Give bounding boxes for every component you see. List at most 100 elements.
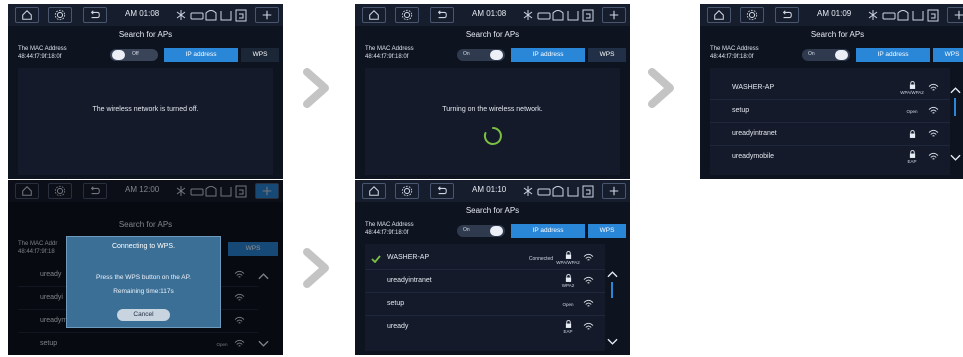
- ap-security: WPA2: [561, 283, 575, 288]
- back-icon: [436, 185, 448, 197]
- lock-icon: [909, 150, 916, 158]
- wifi-signal-icon: [928, 129, 939, 138]
- wifi-toggle[interactable]: On: [457, 225, 505, 237]
- ap-name: setup: [387, 300, 405, 307]
- mac-value: 48:44:f7:9f:18:0f: [710, 54, 754, 60]
- wifi-toggle[interactable]: On: [802, 49, 850, 61]
- screen-wps-connecting: AM 12:00 Search for APs The MAC Addr 48:…: [8, 180, 283, 355]
- list-item[interactable]: uready EAP: [365, 317, 605, 338]
- status-panel: The wireless network is turned off.: [18, 68, 273, 175]
- settings-button[interactable]: [395, 7, 419, 23]
- scrollbar[interactable]: [611, 282, 613, 298]
- next-arrow-icon: [303, 248, 333, 288]
- clock: AM 01:10: [472, 185, 507, 194]
- toggle-label: On: [808, 51, 815, 57]
- settings-button[interactable]: [395, 183, 419, 199]
- scroll-down-icon[interactable]: [607, 338, 618, 346]
- back-button[interactable]: [430, 7, 454, 23]
- gear-icon: [401, 185, 413, 197]
- screen-connected: AM 01:10 Search for APs The MAC Address …: [355, 180, 630, 355]
- list-item[interactable]: ureadyintranet WPA2: [365, 271, 605, 293]
- status-panel: Turning on the wireless network.: [365, 68, 620, 175]
- gear-icon: [746, 9, 758, 21]
- wifi-signal-icon: [583, 322, 594, 331]
- ap-name: WASHER-AP: [732, 84, 775, 91]
- list-item[interactable]: setup Open: [365, 294, 605, 316]
- scroll-down-icon[interactable]: [950, 154, 961, 162]
- home-button[interactable]: [15, 7, 39, 23]
- top-bar: AM 01:10: [355, 180, 630, 202]
- home-button[interactable]: [707, 7, 731, 23]
- home-button[interactable]: [362, 7, 386, 23]
- lock-icon: [909, 130, 916, 138]
- toggle-knob: [490, 226, 503, 236]
- tab-ip-address[interactable]: IP address: [511, 48, 585, 62]
- ap-name: ureadyintranet: [732, 130, 777, 137]
- tab-ip-address[interactable]: IP address: [511, 224, 585, 238]
- tab-wps[interactable]: WPS: [588, 224, 626, 238]
- list-item[interactable]: WASHER-AP Connected WPA/WPA2: [365, 248, 605, 270]
- mac-address: The MAC Address 48:44:f7:9f:18:0f: [365, 221, 414, 237]
- gear-icon: [54, 9, 66, 21]
- page-title: Search for APs: [810, 30, 865, 39]
- wifi-signal-icon: [583, 253, 594, 262]
- scroll-up-icon[interactable]: [607, 270, 618, 278]
- toggle-label: Off: [132, 51, 139, 57]
- toggle-knob: [835, 50, 848, 60]
- add-button[interactable]: [255, 7, 279, 23]
- back-button[interactable]: [430, 183, 454, 199]
- list-item[interactable]: WASHER-AP WPA/WPA2: [710, 78, 950, 100]
- tab-ip-address[interactable]: IP address: [856, 48, 930, 62]
- wifi-toggle[interactable]: Off: [110, 49, 158, 61]
- ap-security: WPA/WPA2: [900, 90, 924, 95]
- scroll-up-icon[interactable]: [950, 86, 961, 94]
- ap-name: ureadyintranet: [387, 277, 432, 284]
- back-button[interactable]: [83, 7, 107, 23]
- add-button[interactable]: [602, 7, 626, 23]
- tab-wps[interactable]: WPS: [241, 48, 279, 62]
- mac-label: The MAC Address: [710, 46, 759, 52]
- back-icon: [89, 9, 101, 21]
- plus-icon: [261, 9, 273, 21]
- mac-label: The MAC Address: [18, 46, 67, 52]
- check-icon: [371, 255, 381, 263]
- clock: AM 01:08: [472, 9, 507, 18]
- settings-button[interactable]: [740, 7, 764, 23]
- ap-security: EAP: [907, 159, 917, 164]
- status-message: The wireless network is turned off.: [92, 106, 199, 113]
- ap-security: Open: [906, 109, 918, 114]
- home-icon: [21, 9, 33, 21]
- top-bar: AM 01:08: [355, 4, 630, 26]
- mac-address: The MAC Address 48:44:f7:9f:18:0f: [18, 45, 67, 61]
- toggle-knob: [112, 50, 125, 60]
- add-button[interactable]: [947, 7, 963, 23]
- toggle-label: On: [463, 51, 470, 57]
- mac-address: The MAC Address 48:44:f7:9f:18:0f: [365, 45, 414, 61]
- ap-name: ureadymobile: [732, 153, 775, 160]
- wifi-signal-icon: [928, 152, 939, 161]
- ap-list: WASHER-AP WPA/WPA2 setup Open ureadyintr…: [710, 68, 950, 175]
- list-item[interactable]: ureadymobile EAP: [710, 147, 950, 168]
- settings-button[interactable]: [48, 7, 72, 23]
- scrollbar[interactable]: [954, 98, 956, 116]
- status-icons: [173, 6, 253, 24]
- wifi-signal-icon: [928, 106, 939, 115]
- mac-value: 48:44:f7:9f:18:0f: [365, 230, 409, 236]
- list-item[interactable]: setup Open: [710, 101, 950, 123]
- back-button[interactable]: [775, 7, 799, 23]
- ap-security: WPA/WPA2: [556, 260, 580, 265]
- add-button[interactable]: [602, 183, 626, 199]
- gear-icon: [401, 9, 413, 21]
- home-icon: [368, 185, 380, 197]
- page-title: Search for APs: [118, 30, 173, 39]
- tab-wps[interactable]: WPS: [588, 48, 626, 62]
- cancel-button[interactable]: Cancel: [117, 309, 170, 321]
- top-bar: AM 01:08: [8, 4, 283, 26]
- tab-wps[interactable]: WPS: [933, 48, 963, 62]
- list-item[interactable]: ureadyintranet: [710, 124, 950, 146]
- home-button[interactable]: [362, 183, 386, 199]
- plus-icon: [608, 9, 620, 21]
- tab-ip-address[interactable]: IP address: [164, 48, 238, 62]
- ap-name: setup: [732, 107, 750, 114]
- wifi-toggle[interactable]: On: [457, 49, 505, 61]
